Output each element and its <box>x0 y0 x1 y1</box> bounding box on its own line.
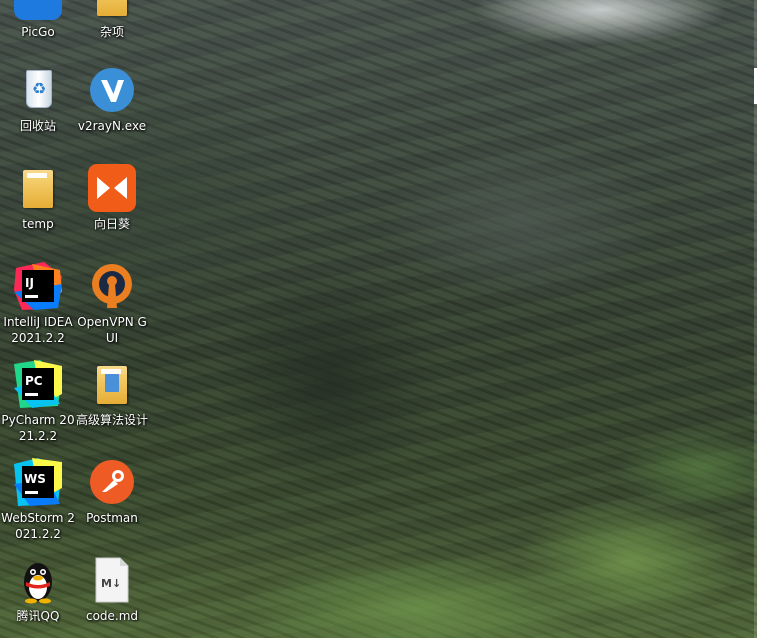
icon-label: 向日葵 <box>93 217 130 231</box>
pycharm-icon: PC <box>14 360 62 408</box>
desktop-icon-pycharm[interactable]: PC PyCharm 2021.2.2 <box>0 360 76 444</box>
folder-icon <box>88 0 136 20</box>
webstorm-glyph-text: WS <box>24 472 46 486</box>
icon-label: 回收站 <box>19 119 56 133</box>
desktop-icon-openvpn[interactable]: OpenVPN GUI <box>74 262 150 346</box>
webstorm-icon: WS <box>14 458 62 506</box>
recycle-bin-icon: ♻ <box>14 66 62 114</box>
icon-label: 杂项 <box>99 25 124 39</box>
desktop-icon-picgo[interactable]: PicGo <box>0 0 76 40</box>
icon-label: OpenVPN GUI <box>77 315 147 345</box>
desktop-icon-misc-folder[interactable]: 杂项 <box>74 0 150 40</box>
v2rayn-icon <box>88 66 136 114</box>
desktop-icon-recycle-bin[interactable]: ♻ 回收站 <box>0 66 76 134</box>
desktop-icon-temp-folder[interactable]: temp <box>0 164 76 232</box>
icon-label: 高级算法设计 <box>75 413 148 427</box>
markdown-glyph-text: M↓ <box>101 577 121 590</box>
postman-icon <box>88 458 136 506</box>
icon-label: PicGo <box>21 25 55 39</box>
icon-label: code.md <box>85 609 139 623</box>
pycharm-glyph-text: PC <box>25 374 43 388</box>
icon-label: Postman <box>86 511 138 525</box>
icon-label: temp <box>22 217 54 231</box>
idea-glyph-text: IJ <box>25 276 34 290</box>
document-folder-icon <box>88 360 136 408</box>
desktop-icon-sunlogin[interactable]: 向日葵 <box>74 164 150 232</box>
desktop-icon-postman[interactable]: Postman <box>74 458 150 526</box>
desktop-icon-webstorm[interactable]: WS WebStorm 2021.2.2 <box>0 458 76 542</box>
desktop-icon-tencent-qq[interactable]: 腾讯QQ <box>0 556 76 624</box>
desktop-icon-algorithm-doc[interactable]: 高级算法设计 <box>74 360 150 428</box>
desktop-icon-code-md[interactable]: M↓ code.md <box>74 556 150 624</box>
folder-icon <box>14 164 62 212</box>
icon-label: 腾讯QQ <box>16 609 60 623</box>
qq-penguin-icon <box>14 556 62 604</box>
picgo-icon <box>14 0 62 20</box>
desktop-icon-intellij-idea[interactable]: IJ IntelliJ IDEA 2021.2.2 <box>0 262 76 346</box>
intellij-idea-icon: IJ <box>14 262 62 310</box>
icon-label: v2rayN.exe <box>77 119 147 133</box>
desktop-icon-v2rayn[interactable]: v2rayN.exe <box>74 66 150 134</box>
sunlogin-icon <box>88 164 136 212</box>
icon-label: WebStorm 2021.2.2 <box>1 511 75 541</box>
openvpn-icon <box>88 262 136 310</box>
markdown-file-icon: M↓ <box>88 556 136 604</box>
icon-label: IntelliJ IDEA 2021.2.2 <box>3 315 73 345</box>
icon-label: PyCharm 2021.2.2 <box>1 413 75 443</box>
